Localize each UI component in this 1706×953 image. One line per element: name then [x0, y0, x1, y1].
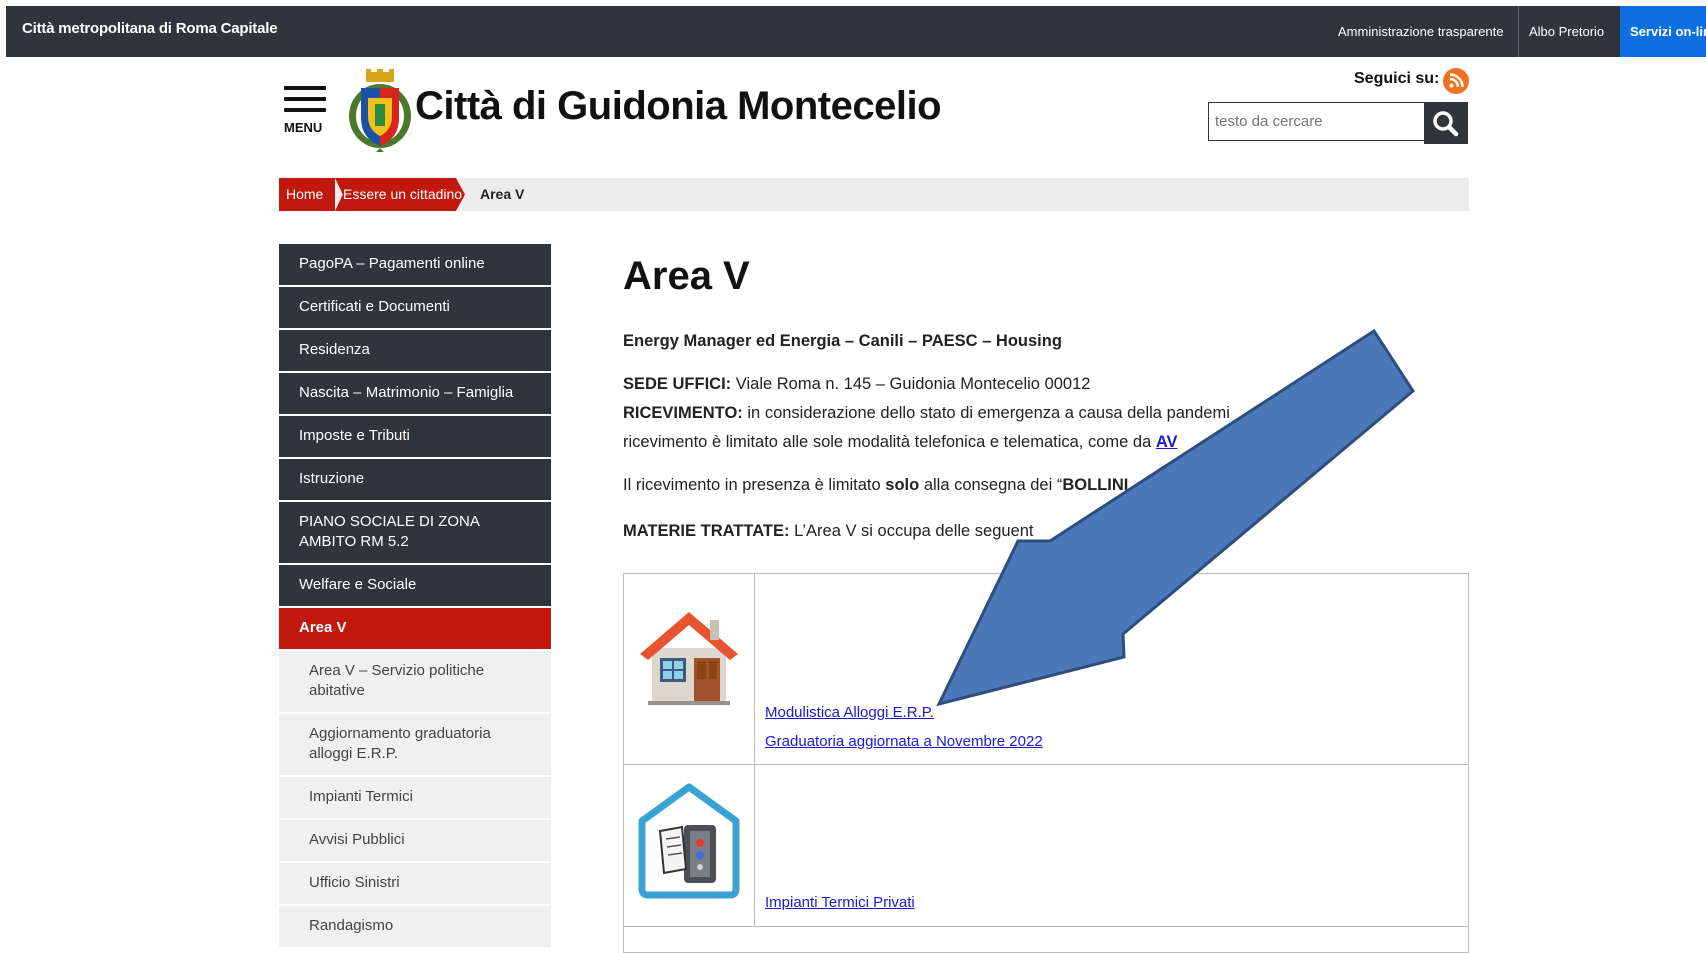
- sidebar-subitem-randagismo[interactable]: Randagismo: [279, 906, 551, 949]
- ricevimento-text-3: icato.: [1277, 433, 1317, 451]
- area-subtitle: Energy Manager ed Energia – Canili – PAE…: [623, 332, 1062, 350]
- ricevimento-text-2: ricevimento è limitato alle sole modalit…: [623, 433, 1152, 451]
- search-button[interactable]: [1424, 102, 1468, 144]
- materie-info: MATERIE TRATTATE: L’Area V si occupa del…: [623, 517, 1469, 546]
- hamburger-bar: [284, 97, 326, 101]
- hamburger-bar: [284, 108, 326, 112]
- presenza-text: Il ricevimento in presenza è limitato: [623, 476, 881, 494]
- hamburger-icon: [284, 86, 326, 90]
- city-coat-of-arms-icon[interactable]: [346, 68, 414, 152]
- table-icon-cell: [624, 765, 755, 926]
- materie-text-2: mater: [1073, 522, 1116, 540]
- sede-text: Viale Roma n. 145 – Guidonia Montecelio …: [735, 375, 1091, 393]
- breadcrumb: Home Essere un cittadino Area V: [279, 178, 1469, 211]
- page-title: Area V: [623, 254, 750, 298]
- follow-label: Seguici su:: [1354, 70, 1440, 87]
- servizi-online-link[interactable]: Servizi on-line: [1620, 6, 1706, 57]
- breadcrumb-home[interactable]: Home: [279, 178, 335, 211]
- top-bar: Città metropolitana di Roma Capitale Amm…: [6, 6, 1706, 57]
- search-input[interactable]: [1208, 102, 1424, 141]
- sidebar-subitem-avvisi[interactable]: Avvisi Pubblici: [279, 820, 551, 863]
- presenza-bold: solo: [885, 476, 920, 494]
- sidebar-item-residenza[interactable]: Residenza: [279, 330, 551, 373]
- presenza-info: Il ricevimento in presenza è limitato so…: [623, 471, 1469, 500]
- albo-pretorio-link[interactable]: Albo Pretorio: [1518, 6, 1614, 57]
- sidebar-item-pagopa[interactable]: PagoPA – Pagamenti online: [279, 244, 551, 287]
- materie-label: MATERIE TRATTATE:: [623, 522, 790, 540]
- rss-icon[interactable]: [1443, 68, 1469, 94]
- region-name[interactable]: Città metropolitana di Roma Capitale: [22, 20, 278, 37]
- materie-text: L’Area V si occupa delle seguent: [794, 522, 1034, 540]
- presenza-text-3: .: [1266, 476, 1272, 494]
- sidebar-item-istruzione[interactable]: Istruzione: [279, 459, 551, 502]
- sidebar-nav: PagoPA – Pagamenti online Certificati e …: [279, 244, 551, 949]
- sidebar-item-piano-sociale[interactable]: PIANO SOCIALE DI ZONA AMBITO RM 5.2: [279, 502, 551, 565]
- table-row: Modulistica Alloggi E.R.P. Graduatoria a…: [624, 574, 1468, 765]
- main-content: Area V Energy Manager ed Energia – Canil…: [623, 244, 1469, 546]
- ricevimento-text: in considerazione dello stato di emergen…: [747, 404, 1230, 422]
- menu-label: MENU: [284, 120, 323, 135]
- breadcrumb-current: Area V: [480, 186, 525, 202]
- avviso-link[interactable]: AV: [1156, 433, 1178, 451]
- site-title[interactable]: Città di Guidonia Montecelio: [415, 84, 942, 129]
- sidebar-item-welfare[interactable]: Welfare e Sociale: [279, 565, 551, 608]
- menu-button[interactable]: MENU: [284, 84, 326, 140]
- presenza-text-2: alla consegna dei “: [923, 476, 1063, 494]
- sidebar-item-area-v[interactable]: Area V: [279, 608, 551, 651]
- impianti-termici-privati-link[interactable]: Impianti Termici Privati: [765, 894, 915, 911]
- sidebar-subitem-graduatoria[interactable]: Aggiornamento graduatoria alloggi E.R.P.: [279, 714, 551, 777]
- ricevimento-label: RICEVIMENTO:: [623, 404, 743, 422]
- presenza-bold-2: BOLLINI: [1062, 476, 1129, 494]
- presenza-bold-3: ermici: [1218, 476, 1267, 494]
- office-info: SEDE UFFICI: Viale Roma n. 145 – Guidoni…: [623, 370, 1469, 457]
- table-icon-cell: [624, 574, 755, 764]
- sidebar-subitem-sinistri[interactable]: Ufficio Sinistri: [279, 863, 551, 906]
- house-icon: [640, 612, 738, 705]
- breadcrumb-section[interactable]: Essere un cittadino: [343, 178, 462, 211]
- ricevimento-text-end: il: [1369, 404, 1378, 422]
- materie-table: Modulistica Alloggi E.R.P. Graduatoria a…: [623, 573, 1469, 953]
- thermal-systems-icon: [638, 783, 740, 899]
- graduatoria-link[interactable]: Graduatoria aggiornata a Novembre 2022: [765, 733, 1043, 750]
- table-row: Impianti Termici Privati: [624, 765, 1468, 927]
- sidebar-item-nascita[interactable]: Nascita – Matrimonio – Famiglia: [279, 373, 551, 416]
- amministrazione-trasparente-link[interactable]: Amministrazione trasparente: [1328, 6, 1513, 57]
- search-icon: [1433, 111, 1459, 137]
- sede-label: SEDE UFFICI:: [623, 375, 732, 393]
- sidebar-subitem-politiche-abitative[interactable]: Area V – Servizio politiche abitative: [279, 651, 551, 714]
- sidebar-item-imposte[interactable]: Imposte e Tributi: [279, 416, 551, 459]
- modulistica-alloggi-link[interactable]: Modulistica Alloggi E.R.P.: [765, 704, 934, 721]
- sidebar-item-certificati[interactable]: Certificati e Documenti: [279, 287, 551, 330]
- sidebar-subitem-impianti-termici[interactable]: Impianti Termici: [279, 777, 551, 820]
